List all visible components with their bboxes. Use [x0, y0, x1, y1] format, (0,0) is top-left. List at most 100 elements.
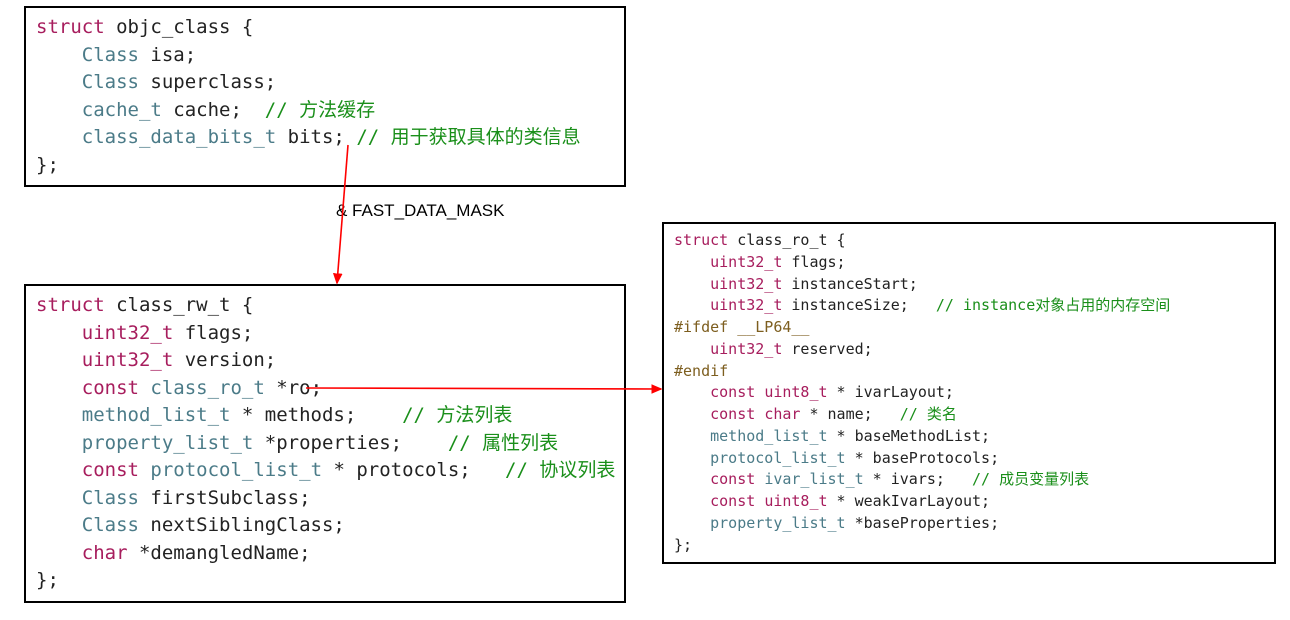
code-token: reserved;: [782, 340, 872, 358]
code-token: [674, 427, 710, 445]
code-line: const char * name; // 类名: [674, 404, 1264, 426]
code-line: Class nextSiblingClass;: [36, 512, 614, 540]
code-line: char *demangledName;: [36, 540, 614, 568]
code-token: [36, 44, 82, 66]
code-token: cache_t: [82, 99, 162, 121]
code-token: *demangledName;: [128, 542, 311, 564]
code-token: };: [36, 154, 59, 176]
code-line: const class_ro_t *ro;: [36, 375, 614, 403]
code-token: uint32_t: [710, 296, 782, 314]
code-token: {: [230, 16, 253, 38]
code-token: [36, 349, 82, 371]
code-line: };: [36, 152, 614, 180]
code-token: char: [82, 542, 128, 564]
code-token: char: [764, 405, 800, 423]
code-token: uint8_t: [764, 383, 827, 401]
code-line: struct objc_class {: [36, 14, 614, 42]
code-line: const protocol_list_t * protocols; // 协议…: [36, 457, 614, 485]
code-token: uint32_t: [82, 349, 174, 371]
code-token: * baseMethodList;: [828, 427, 991, 445]
code-token: [36, 126, 82, 148]
code-line: method_list_t * baseMethodList;: [674, 426, 1264, 448]
code-line: cache_t cache; // 方法缓存: [36, 97, 614, 125]
code-line: Class firstSubclass;: [36, 485, 614, 513]
code-token: class_data_bits_t: [82, 126, 276, 148]
code-token: const: [82, 377, 139, 399]
code-token: *ro;: [265, 377, 322, 399]
code-token: };: [36, 569, 59, 591]
code-token: uint32_t: [710, 275, 782, 293]
code-token: [139, 459, 150, 481]
code-token: [674, 470, 710, 488]
code-token: uint32_t: [710, 253, 782, 271]
code-token: // 方法列表: [402, 404, 512, 426]
code-token: isa;: [139, 44, 196, 66]
code-token: // instance对象占用的内存空间: [936, 296, 1170, 314]
code-token: struct: [674, 231, 728, 249]
code-token: const: [710, 470, 755, 488]
mask-label: & FAST_DATA_MASK: [336, 201, 504, 221]
code-line: protocol_list_t * baseProtocols;: [674, 448, 1264, 470]
code-token: [755, 383, 764, 401]
code-line: property_list_t *baseProperties;: [674, 513, 1264, 535]
code-token: const: [710, 492, 755, 510]
code-box-class-rw-t: struct class_rw_t { uint32_t flags; uint…: [24, 284, 626, 603]
code-token: flags;: [173, 322, 253, 344]
code-token: property_list_t: [710, 514, 845, 532]
code-token: {: [828, 231, 846, 249]
code-line: };: [674, 535, 1264, 557]
code-token: [674, 383, 710, 401]
code-line: method_list_t * methods; // 方法列表: [36, 402, 614, 430]
code-token: Class: [82, 487, 139, 509]
code-token: method_list_t: [710, 427, 827, 445]
code-token: Class: [82, 514, 139, 536]
code-token: * baseProtocols;: [846, 449, 1000, 467]
code-line: uint32_t flags;: [674, 252, 1264, 274]
code-token: [36, 459, 82, 481]
code-token: [36, 71, 82, 93]
code-token: Class: [82, 71, 139, 93]
code-line: #ifdef __LP64__: [674, 317, 1264, 339]
code-token: // 类名: [900, 405, 957, 423]
code-token: [674, 340, 710, 358]
code-token: [674, 253, 710, 271]
code-token: [139, 377, 150, 399]
code-token: [36, 487, 82, 509]
code-line: const uint8_t * ivarLayout;: [674, 382, 1264, 404]
code-token: [36, 432, 82, 454]
code-token: // 协议列表: [505, 459, 615, 481]
code-line: uint32_t instanceStart;: [674, 274, 1264, 296]
code-token: [674, 492, 710, 510]
code-token: struct: [36, 16, 105, 38]
code-token: objc_class: [116, 16, 230, 38]
code-token: [728, 231, 737, 249]
code-token: [674, 296, 710, 314]
code-token: [674, 405, 710, 423]
code-token: uint8_t: [764, 492, 827, 510]
code-token: [36, 377, 82, 399]
code-token: uint32_t: [82, 322, 174, 344]
code-token: protocol_list_t: [710, 449, 845, 467]
code-line: class_data_bits_t bits; // 用于获取具体的类信息: [36, 124, 614, 152]
code-line: Class superclass;: [36, 69, 614, 97]
code-line: uint32_t instanceSize; // instance对象占用的内…: [674, 295, 1264, 317]
code-line: struct class_ro_t {: [674, 230, 1264, 252]
code-token: [755, 470, 764, 488]
code-token: // 成员变量列表: [972, 470, 1089, 488]
code-token: nextSiblingClass;: [139, 514, 345, 536]
code-line: Class isa;: [36, 42, 614, 70]
code-token: instanceSize;: [782, 296, 936, 314]
code-token: protocol_list_t: [150, 459, 322, 481]
code-token: {: [230, 294, 253, 316]
code-line: property_list_t *properties; // 属性列表: [36, 430, 614, 458]
code-token: const: [82, 459, 139, 481]
code-token: [674, 514, 710, 532]
code-token: bits;: [276, 126, 356, 148]
code-token: flags;: [782, 253, 845, 271]
code-token: struct: [36, 294, 105, 316]
code-token: * ivars;: [864, 470, 972, 488]
code-token: [674, 275, 710, 293]
code-token: // 属性列表: [448, 432, 558, 454]
code-line: const uint8_t * weakIvarLayout;: [674, 491, 1264, 513]
code-token: [674, 449, 710, 467]
